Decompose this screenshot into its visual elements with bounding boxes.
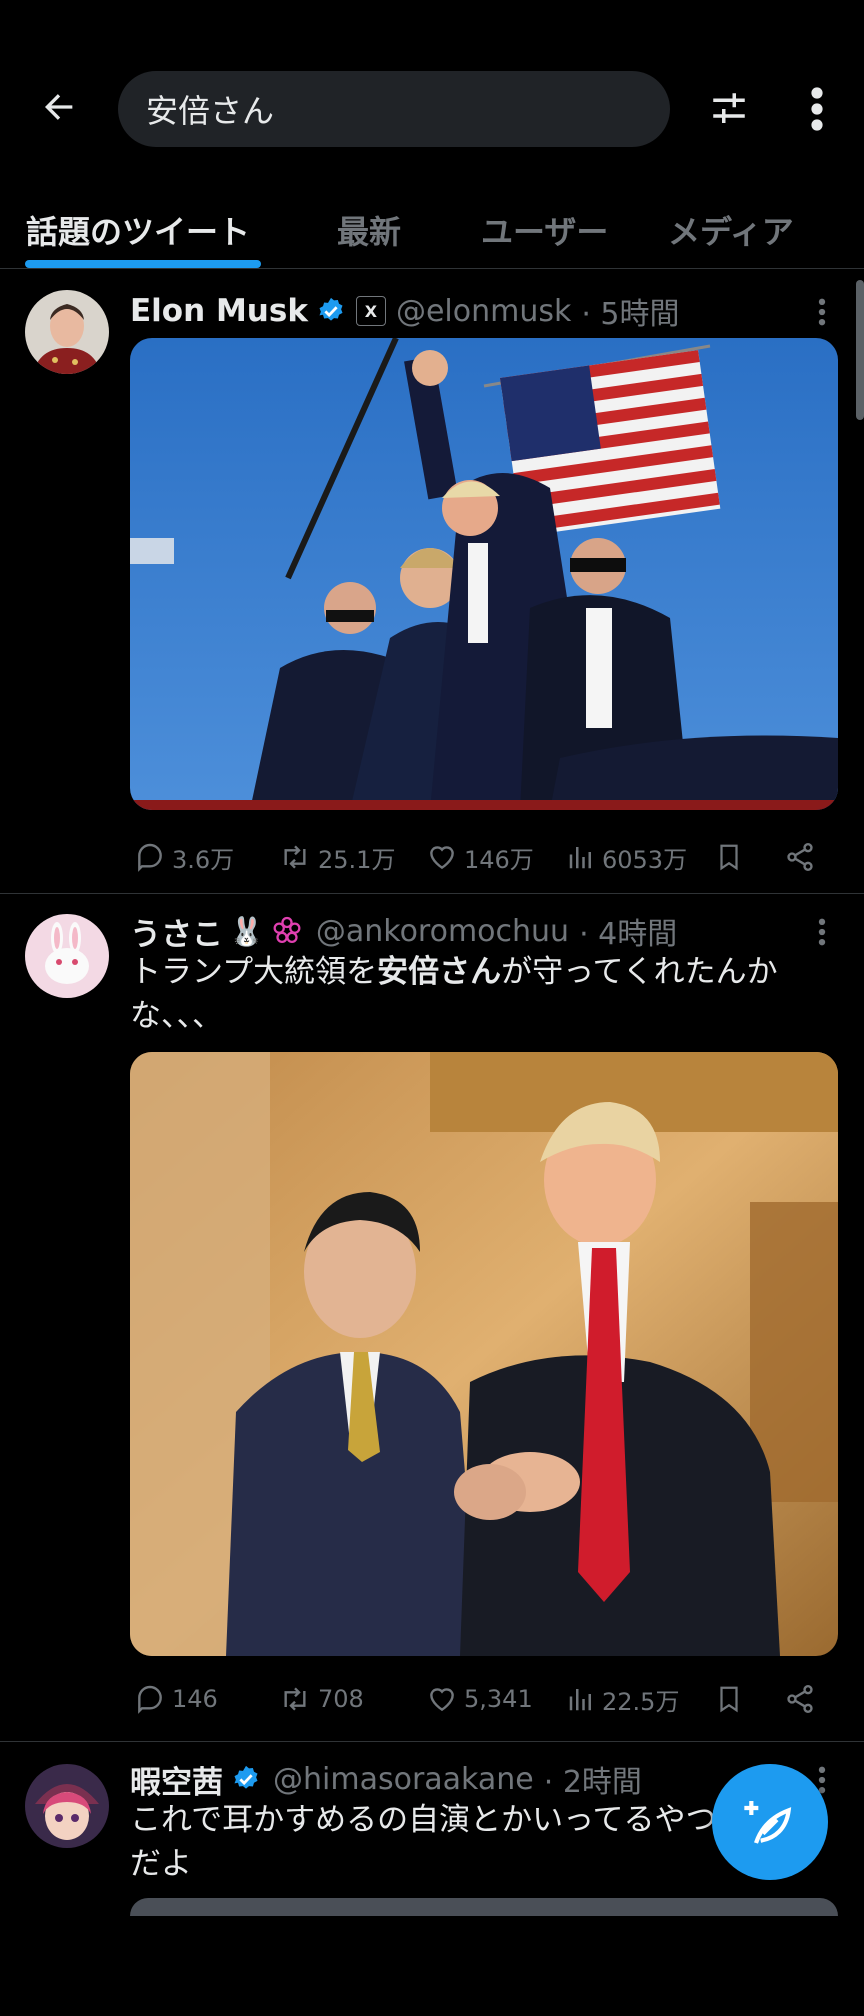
arrow-left-icon — [45, 94, 73, 120]
tweet-time[interactable]: · 2時間 — [544, 1757, 642, 1801]
avatar[interactable] — [25, 290, 109, 374]
more-vertical-icon — [818, 1766, 826, 1794]
retweet-icon — [284, 1687, 306, 1711]
tweet-photo[interactable] — [130, 338, 838, 810]
sliders-icon — [713, 93, 745, 123]
retweet-icon — [284, 845, 306, 869]
active-tab-indicator — [25, 260, 261, 268]
bookmark-icon — [720, 1686, 738, 1713]
heart-icon — [430, 1688, 454, 1712]
tweet-more-button[interactable] — [810, 912, 834, 952]
flower-icon — [273, 916, 301, 944]
tweet-more-button[interactable] — [810, 292, 834, 332]
views-chart-icon — [569, 847, 591, 869]
reply-icon — [138, 1685, 162, 1714]
compose-feather-icon — [744, 1801, 792, 1844]
like-button[interactable]: 146万 — [426, 832, 534, 882]
reply-icon — [138, 843, 162, 872]
tweet-actions: 146 708 5,341 22.5万 — [130, 1674, 840, 1724]
author-handle[interactable]: @ankoromochuu — [316, 914, 569, 949]
more-vertical-icon — [811, 87, 823, 131]
like-count: 146万 — [464, 845, 534, 874]
bookmark-button[interactable] — [714, 1674, 744, 1724]
tweet-divider — [0, 893, 864, 894]
tweet-photo[interactable] — [130, 1898, 838, 1916]
bookmark-icon — [720, 844, 738, 871]
heart-icon — [430, 846, 454, 870]
more-options-button[interactable] — [800, 84, 834, 134]
share-button[interactable] — [784, 832, 816, 882]
tabs-divider — [0, 268, 864, 269]
share-icon — [787, 843, 813, 871]
retweet-button[interactable]: 708 — [278, 1674, 364, 1724]
tweet-time[interactable]: · 5時間 — [581, 289, 679, 333]
tab-latest[interactable]: 最新 — [337, 190, 401, 270]
reply-button[interactable]: 3.6万 — [134, 832, 234, 882]
tweet-time[interactable]: · 4時間 — [579, 909, 677, 953]
avatar[interactable] — [25, 914, 109, 998]
search-filter-button[interactable] — [706, 84, 752, 134]
author-handle[interactable]: @elonmusk — [396, 294, 571, 329]
author-name[interactable]: うさこ — [130, 909, 223, 954]
search-field[interactable] — [118, 71, 670, 147]
x-affiliate-badge: X — [355, 296, 386, 326]
back-button[interactable] — [34, 82, 84, 132]
search-tabs: 話題のツイート 最新 ユーザー メディア — [0, 190, 864, 270]
bookmark-button[interactable] — [714, 832, 744, 882]
share-icon — [787, 1685, 813, 1713]
retweet-count: 708 — [318, 1685, 364, 1713]
tweet-photo[interactable] — [130, 1052, 838, 1656]
avatar[interactable] — [25, 1764, 109, 1848]
tweet-text: トランプ大統領を安倍さんが守ってくれたんかな、、、 — [130, 954, 778, 1034]
scrollbar[interactable] — [856, 280, 864, 420]
like-button[interactable]: 5,341 — [426, 1674, 533, 1724]
author-handle[interactable]: @himasoraakane — [273, 1762, 534, 1797]
views-chart-icon — [569, 1689, 591, 1711]
tab-users[interactable]: ユーザー — [481, 190, 608, 270]
view-count: 6053万 — [602, 845, 688, 874]
views-button[interactable]: 6053万 — [566, 832, 687, 882]
more-vertical-icon — [818, 918, 826, 946]
search-input[interactable] — [144, 89, 670, 129]
reply-button[interactable]: 146 — [134, 1674, 218, 1724]
reply-count: 146 — [172, 1685, 218, 1713]
more-vertical-icon — [818, 298, 826, 326]
views-button[interactable]: 22.5万 — [566, 1674, 679, 1724]
retweet-count: 25.1万 — [318, 845, 396, 874]
tab-media[interactable]: メディア — [668, 190, 794, 270]
view-count: 22.5万 — [602, 1687, 680, 1716]
like-count: 5,341 — [464, 1685, 533, 1713]
reply-count: 3.6万 — [172, 845, 235, 874]
author-name[interactable]: Elon Musk — [130, 293, 308, 329]
share-button[interactable] — [784, 1674, 816, 1724]
verified-badge-icon — [319, 297, 343, 321]
verified-badge-icon — [234, 1765, 258, 1789]
tab-top[interactable]: 話題のツイート — [26, 190, 250, 270]
rabbit-emoji-icon: 🐰 — [229, 914, 264, 948]
search-highlight: 安倍さん — [377, 954, 502, 990]
compose-button[interactable] — [712, 1764, 828, 1880]
tweet-divider — [0, 1741, 864, 1742]
retweet-button[interactable]: 25.1万 — [278, 832, 395, 882]
author-name[interactable]: 暇空茜 — [130, 1757, 223, 1802]
tweet-actions: 3.6万 25.1万 146万 6053万 — [130, 832, 840, 882]
